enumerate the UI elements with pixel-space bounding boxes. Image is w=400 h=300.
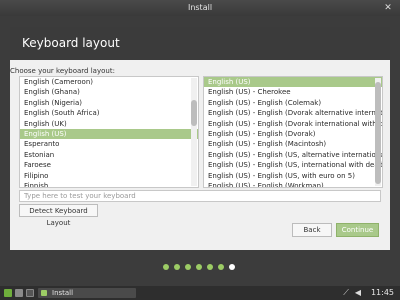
layout-item[interactable]: English (Cameroon) xyxy=(20,77,198,87)
variant-item[interactable]: English (US) - English (Colemak) xyxy=(204,98,382,108)
progress-dot xyxy=(163,264,169,270)
layout-item[interactable]: English (Ghana) xyxy=(20,87,198,97)
taskbar-task-label: Install xyxy=(52,289,74,297)
layout-item[interactable]: Filipino xyxy=(20,171,198,181)
variant-item[interactable]: English (US) - English (Dvorak) xyxy=(204,129,382,139)
variant-list[interactable]: English (US) English (US) - Cherokee Engli… xyxy=(203,76,383,188)
progress-dot xyxy=(196,264,202,270)
progress-dot xyxy=(229,264,235,270)
show-desktop-icon[interactable] xyxy=(15,289,23,297)
page-title: Keyboard layout xyxy=(22,36,120,50)
layout-item[interactable]: English (Nigeria) xyxy=(20,98,198,108)
progress-dot xyxy=(185,264,191,270)
variant-item[interactable]: English (US) - English (Dvorak internati… xyxy=(204,119,382,129)
variant-list-scrollbar[interactable] xyxy=(375,78,381,186)
variant-item[interactable]: English (US) xyxy=(204,77,382,88)
variant-item[interactable]: English (US) - English (Macintosh) xyxy=(204,139,382,149)
taskbar-task-install[interactable]: Install xyxy=(38,288,136,298)
layout-item[interactable]: English (UK) xyxy=(20,119,198,129)
layout-prompt: Choose your keyboard layout: xyxy=(10,67,115,75)
page-header: Keyboard layout xyxy=(10,27,390,60)
layout-item[interactable]: Estonian xyxy=(20,150,198,160)
progress-dots xyxy=(163,264,243,274)
network-icon[interactable]: ⟋ xyxy=(342,289,350,297)
variant-item[interactable]: English (US) - English (Dvorak alternati… xyxy=(204,108,382,118)
variant-item[interactable]: English (US) - Cherokee xyxy=(204,87,382,97)
detect-keyboard-layout-button[interactable]: Detect Keyboard Layout xyxy=(19,204,98,227)
variant-item[interactable]: English (US) - English (US, with euro on… xyxy=(204,171,382,181)
layout-item[interactable]: Finnish xyxy=(20,181,198,187)
layout-list-scrollbar[interactable] xyxy=(191,78,197,186)
progress-dot xyxy=(207,264,213,270)
volume-icon[interactable]: ◀ xyxy=(354,289,362,297)
progress-dot xyxy=(174,264,180,270)
window-titlebar: Install ✕ xyxy=(0,0,400,16)
install-app-icon xyxy=(41,290,47,296)
continue-button[interactable]: Continue xyxy=(336,223,379,237)
close-icon[interactable]: ✕ xyxy=(382,2,394,14)
variant-item[interactable]: English (US) - English (Workman) xyxy=(204,181,382,187)
clock[interactable]: 11:45 xyxy=(371,288,394,298)
variant-item[interactable]: English (US) - English (US, alternative … xyxy=(204,150,382,160)
layout-item[interactable]: English (US) xyxy=(20,128,198,140)
layout-list[interactable]: English (Cameroon) English (Ghana) English… xyxy=(19,76,199,188)
terminal-icon[interactable] xyxy=(26,289,34,297)
layout-item[interactable]: English (South Africa) xyxy=(20,108,198,118)
back-button[interactable]: Back xyxy=(292,223,332,237)
mint-menu-icon[interactable] xyxy=(4,289,12,297)
layout-item[interactable]: Faroese xyxy=(20,160,198,170)
layout-list-scroll-thumb[interactable] xyxy=(191,100,197,126)
progress-dot xyxy=(218,264,224,270)
taskbar: Install ⟋ ◀ 11:45 xyxy=(0,286,400,300)
layout-item[interactable]: Esperanto xyxy=(20,139,198,149)
window-title: Install xyxy=(187,3,213,12)
keyboard-test-input[interactable] xyxy=(19,190,381,202)
variant-list-scroll-thumb[interactable] xyxy=(375,82,381,184)
variant-item[interactable]: English (US) - English (US, internationa… xyxy=(204,160,382,170)
